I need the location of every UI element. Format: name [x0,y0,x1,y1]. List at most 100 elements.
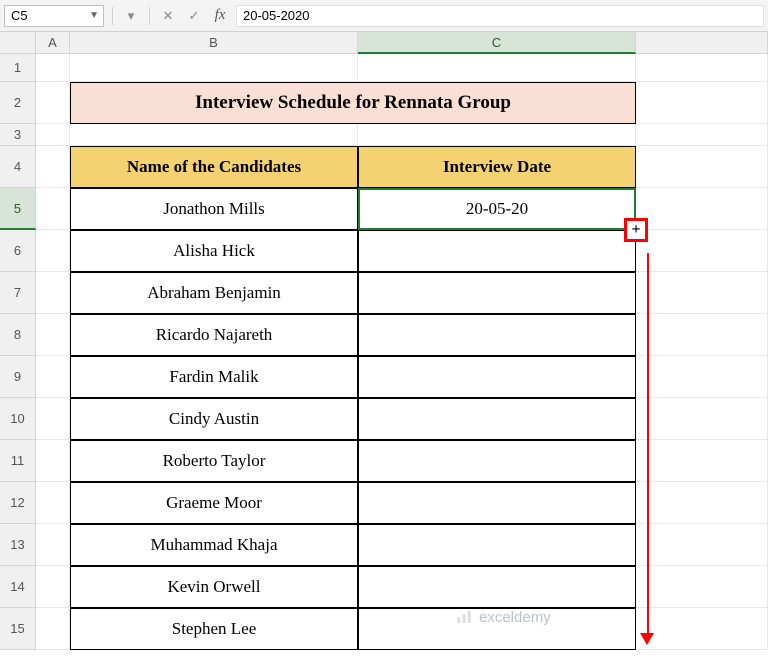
x-icon[interactable]: ✕ [158,6,178,26]
check-icon[interactable]: ✓ [184,6,204,26]
cell-b15[interactable]: Stephen Lee [70,608,358,650]
cell-b9[interactable]: Fardin Malik [70,356,358,398]
formula-input[interactable]: 20-05-2020 [236,5,764,27]
cell-d5[interactable] [636,188,768,230]
title-cell[interactable]: Interview Schedule for Rennata Group [70,82,636,124]
cell-d15[interactable] [636,608,768,650]
cell-a9[interactable] [36,356,70,398]
cell-d14[interactable] [636,566,768,608]
fill-handle[interactable]: + [624,218,648,242]
cell-a14[interactable] [36,566,70,608]
col-header-a[interactable]: A [36,32,70,54]
cell-a5[interactable] [36,188,70,230]
candidate-name: Roberto Taylor [163,451,266,471]
row-header-3[interactable]: 3 [0,124,36,146]
cell-c14[interactable] [358,566,636,608]
cell-d7[interactable] [636,272,768,314]
row-header-14[interactable]: 14 [0,566,36,608]
row-header-6[interactable]: 6 [0,230,36,272]
col-header-b[interactable]: B [70,32,358,54]
cell-c10[interactable] [358,398,636,440]
candidate-name: Jonathon Mills [163,199,265,219]
row-header-10[interactable]: 10 [0,398,36,440]
candidate-name: Fardin Malik [169,367,258,387]
candidate-name: Muhammad Khaja [151,535,278,555]
cell-a12[interactable] [36,482,70,524]
row-header-7[interactable]: 7 [0,272,36,314]
select-all-corner[interactable] [0,32,36,54]
name-box-value: C5 [11,8,28,23]
candidate-name: Graeme Moor [166,493,262,513]
cell-d10[interactable] [636,398,768,440]
cell-c5[interactable]: 20-05-20 + [358,188,636,230]
candidate-name: Cindy Austin [169,409,259,429]
cell-b14[interactable]: Kevin Orwell [70,566,358,608]
cell-d2[interactable] [636,82,768,124]
col-header-blank[interactable] [636,32,768,54]
cell-a4[interactable] [36,146,70,188]
cell-d3[interactable] [636,124,768,146]
row-header-13[interactable]: 13 [0,524,36,566]
cell-d1[interactable] [636,54,768,82]
header-name[interactable]: Name of the Candidates [70,146,358,188]
name-box[interactable]: C5 ▼ [4,5,104,27]
cell-c8[interactable] [358,314,636,356]
cell-a15[interactable] [36,608,70,650]
cell-c6[interactable] [358,230,636,272]
cell-c12[interactable] [358,482,636,524]
cell-b11[interactable]: Roberto Taylor [70,440,358,482]
cell-a11[interactable] [36,440,70,482]
row-header-15[interactable]: 15 [0,608,36,650]
row-header-1[interactable]: 1 [0,54,36,82]
cell-b6[interactable]: Alisha Hick [70,230,358,272]
candidate-name: Ricardo Najareth [156,325,273,345]
cell-d9[interactable] [636,356,768,398]
cell-a10[interactable] [36,398,70,440]
cell-b3[interactable] [70,124,358,146]
header-date[interactable]: Interview Date [358,146,636,188]
cell-c7[interactable] [358,272,636,314]
drag-arrow-annotation [640,253,654,645]
title-text: Interview Schedule for Rennata Group [195,92,511,114]
row-header-2[interactable]: 2 [0,82,36,124]
cell-d4[interactable] [636,146,768,188]
cell-b13[interactable]: Muhammad Khaja [70,524,358,566]
cell-b7[interactable]: Abraham Benjamin [70,272,358,314]
candidate-name: Alisha Hick [173,241,255,261]
cell-d13[interactable] [636,524,768,566]
row-header-11[interactable]: 11 [0,440,36,482]
cell-a2[interactable] [36,82,70,124]
cell-b5[interactable]: Jonathon Mills [70,188,358,230]
cell-a7[interactable] [36,272,70,314]
row-header-5[interactable]: 5 [0,188,36,230]
row-header-12[interactable]: 12 [0,482,36,524]
cell-c15[interactable] [358,608,636,650]
chevron-down-icon[interactable]: ▾ [121,6,141,26]
cell-a3[interactable] [36,124,70,146]
row-header-9[interactable]: 9 [0,356,36,398]
cell-d8[interactable] [636,314,768,356]
cell-b8[interactable]: Ricardo Najareth [70,314,358,356]
cell-c3[interactable] [358,124,636,146]
cell-b12[interactable]: Graeme Moor [70,482,358,524]
candidate-name: Abraham Benjamin [147,283,281,303]
cell-c1[interactable] [358,54,636,82]
cell-a8[interactable] [36,314,70,356]
cell-d12[interactable] [636,482,768,524]
cell-d11[interactable] [636,440,768,482]
cell-b1[interactable] [70,54,358,82]
cell-d6[interactable] [636,230,768,272]
chevron-down-icon[interactable]: ▼ [89,10,99,21]
col-header-c[interactable]: C [358,32,636,54]
cell-c9[interactable] [358,356,636,398]
formula-bar: C5 ▼ ▾ ✕ ✓ fx 20-05-2020 [0,0,768,32]
fx-icon[interactable]: fx [210,6,230,26]
row-header-8[interactable]: 8 [0,314,36,356]
cell-c11[interactable] [358,440,636,482]
cell-a6[interactable] [36,230,70,272]
cell-b10[interactable]: Cindy Austin [70,398,358,440]
row-header-4[interactable]: 4 [0,146,36,188]
cell-a1[interactable] [36,54,70,82]
cell-c13[interactable] [358,524,636,566]
cell-a13[interactable] [36,524,70,566]
